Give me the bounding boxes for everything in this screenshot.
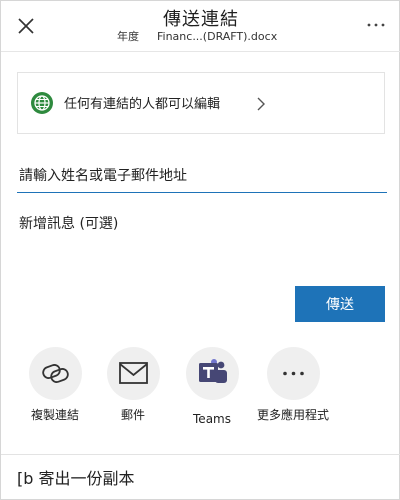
copy-link-circle: [29, 347, 82, 400]
teams-icon: [199, 359, 227, 383]
email-circle: [107, 347, 160, 400]
more-options-icon[interactable]: [365, 15, 387, 35]
teams-label: Teams: [193, 412, 231, 426]
globe-icon: [31, 92, 53, 114]
more-icon: [283, 371, 304, 376]
teams-circle: [186, 347, 239, 400]
link-icon: [42, 364, 69, 383]
link-permission-label: 任何有連結的人都可以編輯: [64, 97, 221, 112]
copy-link-label: 複製連結: [30, 408, 79, 422]
mail-icon: [119, 362, 148, 384]
footer-divider: [1, 454, 400, 455]
recipient-input[interactable]: [17, 159, 387, 193]
message-input[interactable]: [17, 213, 387, 273]
more-apps-label: 更多應用程式: [256, 408, 329, 422]
header: 傳送連結 年度 Financ...(DRAFT).docx: [1, 1, 400, 51]
send-copy-button[interactable]: [b 寄出一份副本: [17, 465, 135, 489]
email-label: 郵件: [120, 408, 145, 422]
chevron-right-icon: [257, 97, 265, 111]
send-button[interactable]: 傳送: [295, 286, 385, 322]
share-dialog: 傳送連結 年度 Financ...(DRAFT).docx 任何有連結的人都可以編…: [0, 0, 400, 500]
link-settings-button[interactable]: 任何有連結的人都可以編輯: [17, 72, 385, 134]
document-name: Financ...(DRAFT).docx: [157, 30, 278, 43]
more-apps-circle: [267, 347, 320, 400]
header-divider: [1, 51, 400, 52]
document-subtitle: 年度 Financ...(DRAFT).docx: [117, 28, 277, 44]
section-label: 年度: [117, 30, 139, 43]
